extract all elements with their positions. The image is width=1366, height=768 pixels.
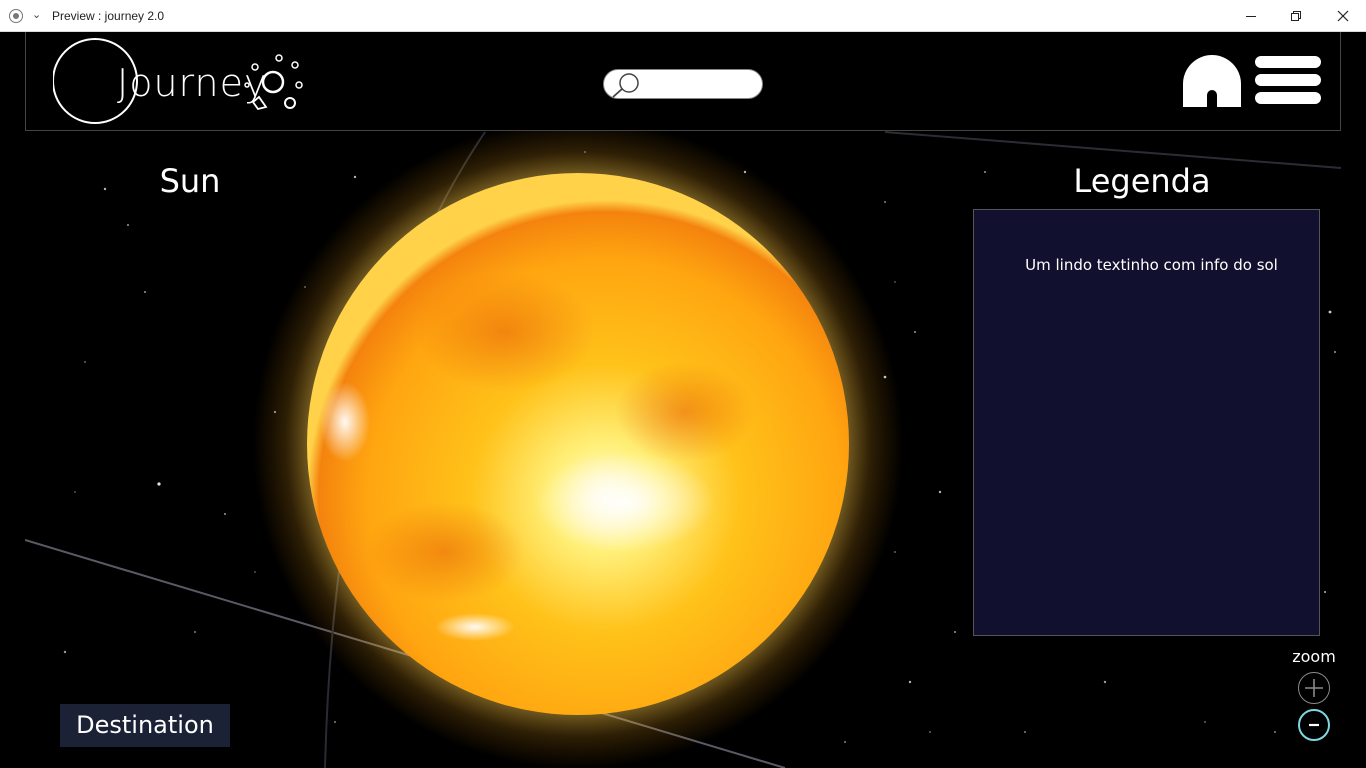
menu-bar-top xyxy=(1255,56,1321,68)
minus-icon xyxy=(1309,723,1319,727)
search-icon[interactable] xyxy=(610,72,640,98)
zoom-in-button[interactable] xyxy=(1298,672,1330,704)
menu-button[interactable] xyxy=(1254,56,1322,106)
home-icon xyxy=(1183,55,1241,107)
zoom-label: zoom xyxy=(1292,647,1336,666)
close-icon xyxy=(1337,10,1349,22)
search-input[interactable] xyxy=(642,74,757,96)
app-canvas: Journey Sun Legenda Um lindo textinho co… xyxy=(0,32,1366,768)
legend-title: Legenda xyxy=(1073,162,1211,200)
restore-button[interactable] xyxy=(1274,0,1320,32)
home-button[interactable] xyxy=(1182,54,1242,108)
logo-text: Journey xyxy=(117,61,268,105)
sun-planet-image[interactable] xyxy=(253,119,903,768)
close-button[interactable] xyxy=(1320,0,1366,32)
destination-button[interactable]: Destination xyxy=(60,704,230,747)
menu-bar-bottom xyxy=(1255,92,1321,104)
window-title: Preview : journey 2.0 xyxy=(52,9,165,23)
planet-name: Sun xyxy=(159,162,221,200)
app-icon[interactable] xyxy=(9,9,23,23)
plus-icon xyxy=(1305,679,1323,697)
chevron-down-icon[interactable]: ⌄ xyxy=(32,8,41,22)
search-bar[interactable] xyxy=(603,69,763,99)
journey-logo[interactable]: Journey xyxy=(52,37,313,127)
window-titlebar: ⌄ Preview : journey 2.0 xyxy=(0,0,1366,32)
legend-text: Um lindo textinho com info do sol xyxy=(1025,256,1278,274)
legend-panel: Um lindo textinho com info do sol xyxy=(973,209,1320,636)
menu-bar-middle xyxy=(1255,74,1321,86)
zoom-out-button[interactable] xyxy=(1298,709,1330,741)
minimize-button[interactable] xyxy=(1228,0,1274,32)
